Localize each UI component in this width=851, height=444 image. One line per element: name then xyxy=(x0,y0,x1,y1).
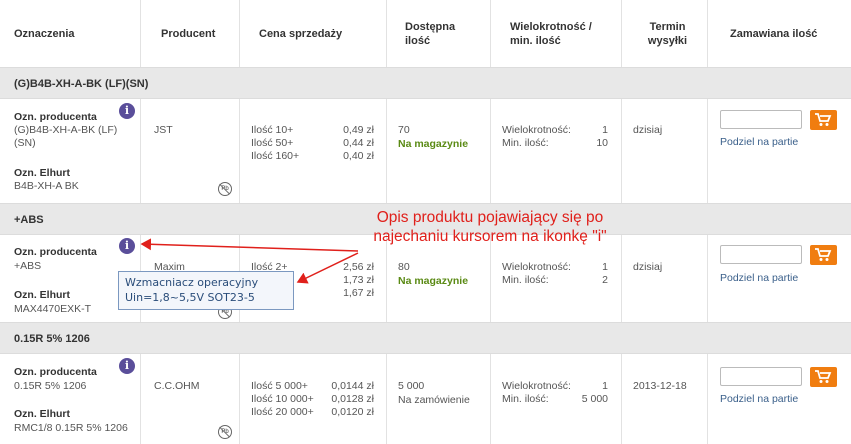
table-row: Ozn. producenta (G)B4B-XH-A-BK (LF) (SN)… xyxy=(0,100,851,205)
cart-icon xyxy=(815,248,832,261)
price-list: Ilość 5 000+ 0,0144 zł Ilość 10 000+ 0,012… xyxy=(251,380,374,419)
annotation-text: Opis produktu pojawiający się po najecha… xyxy=(300,208,680,246)
price-tier: Ilość 10+ 0,49 zł xyxy=(251,124,374,136)
available-qty: 5 000 xyxy=(398,380,425,392)
delivery-term: dzisiaj xyxy=(633,261,663,273)
delivery-term: dzisiaj xyxy=(633,124,663,136)
producer-code: +ABS xyxy=(14,260,42,272)
elhurt-code: B4B-XH-A BK xyxy=(14,180,79,192)
header-term: Termin wysyłki xyxy=(647,20,688,47)
tooltip-line: Wzmacniacz operacyjny xyxy=(125,276,259,289)
group-header: (G)B4B-XH-A-BK (LF)(SN) xyxy=(0,67,851,99)
stock-status: Na magazynie xyxy=(398,275,469,287)
annotation-line: najechaniu kursorem na ikonkę "i" xyxy=(373,228,607,245)
price-tier: Ilość 5 000+ 0,0144 zł xyxy=(251,380,374,392)
quantity-input[interactable] xyxy=(720,245,802,264)
add-to-cart-button[interactable] xyxy=(810,245,837,265)
price-tier: Ilość 10 000+ 0,0128 zł xyxy=(251,393,374,405)
add-to-cart-button[interactable] xyxy=(810,367,837,387)
elhurt-code: MAX4470EXK-T xyxy=(14,303,92,315)
header-order-qty: Zamawiana ilość xyxy=(730,27,818,40)
split-batches-link[interactable]: Podziel na partie xyxy=(720,272,798,284)
header-available: Dostępna ilość xyxy=(405,20,456,47)
split-batches-link[interactable]: Podziel na partie xyxy=(720,393,798,405)
quantity-input[interactable] xyxy=(720,110,802,129)
table-header: Oznaczenia Producent Cena sprzedaży Dost… xyxy=(0,0,851,68)
no-lead-icon: Pb xyxy=(218,182,232,196)
info-icon[interactable]: i xyxy=(119,358,135,374)
info-icon[interactable]: i xyxy=(119,238,135,254)
header-producer: Producent xyxy=(161,27,216,40)
cart-icon xyxy=(815,370,832,383)
price-tier: Ilość 160+ 0,40 zł xyxy=(251,150,374,162)
producer-designation-label: Ozn. producenta xyxy=(14,111,97,123)
producer-name: JST xyxy=(154,124,173,136)
cart-icon xyxy=(815,113,832,126)
price-tier: Ilość 20 000+ 0,0120 zł xyxy=(251,406,374,418)
multiplicity-block: Wielokrotność: 1 Min. ilość: 5 000 xyxy=(502,380,608,405)
annotation-line: Opis produktu pojawiający się po xyxy=(376,209,604,226)
table-row: Ozn. producenta 0.15R 5% 1206 i Ozn. Elh… xyxy=(0,355,851,444)
split-batches-link[interactable]: Podziel na partie xyxy=(720,136,798,148)
producer-designation-label: Ozn. producenta xyxy=(14,246,97,258)
info-icon[interactable]: i xyxy=(119,103,135,119)
header-multiplicity: Wielokrotność / min. ilość xyxy=(510,20,592,47)
stock-status: Na zamówienie xyxy=(398,394,470,406)
quantity-input[interactable] xyxy=(720,367,802,386)
elhurt-code: RMC1/8 0.15R 5% 1206 xyxy=(14,422,128,434)
elhurt-designation-label: Ozn. Elhurt xyxy=(14,167,70,179)
header-designations: Oznaczenia xyxy=(14,27,75,40)
no-lead-icon: Pb xyxy=(218,425,232,439)
producer-code: 0.15R 5% 1206 xyxy=(14,380,87,392)
elhurt-designation-label: Ozn. Elhurt xyxy=(14,289,70,301)
tooltip-line: Uin=1,8~5,5V SOT23-5 xyxy=(125,291,255,304)
stock-status: Na magazynie xyxy=(398,138,469,150)
producer-name: C.C.OHM xyxy=(154,380,200,392)
producer-designation-label: Ozn. producenta xyxy=(14,366,97,378)
add-to-cart-button[interactable] xyxy=(810,110,837,130)
available-qty: 80 xyxy=(398,261,410,273)
multiplicity-block: Wielokrotność: 1 Min. ilość: 2 xyxy=(502,261,608,286)
delivery-term: 2013-12-18 xyxy=(633,380,687,392)
multiplicity-block: Wielokrotność: 1 Min. ilość: 10 xyxy=(502,124,608,149)
available-qty: 70 xyxy=(398,124,410,136)
elhurt-designation-label: Ozn. Elhurt xyxy=(14,408,70,420)
product-description-tooltip: Wzmacniacz operacyjny Uin=1,8~5,5V SOT23… xyxy=(118,271,294,310)
price-tier: Ilość 50+ 0,44 zł xyxy=(251,137,374,149)
producer-code: (G)B4B-XH-A-BK (LF) (SN) xyxy=(14,124,118,149)
header-price: Cena sprzedaży xyxy=(259,27,343,40)
price-list: Ilość 10+ 0,49 zł Ilość 50+ 0,44 zł Ilość … xyxy=(251,124,374,163)
group-header: 0.15R 5% 1206 xyxy=(0,322,851,354)
